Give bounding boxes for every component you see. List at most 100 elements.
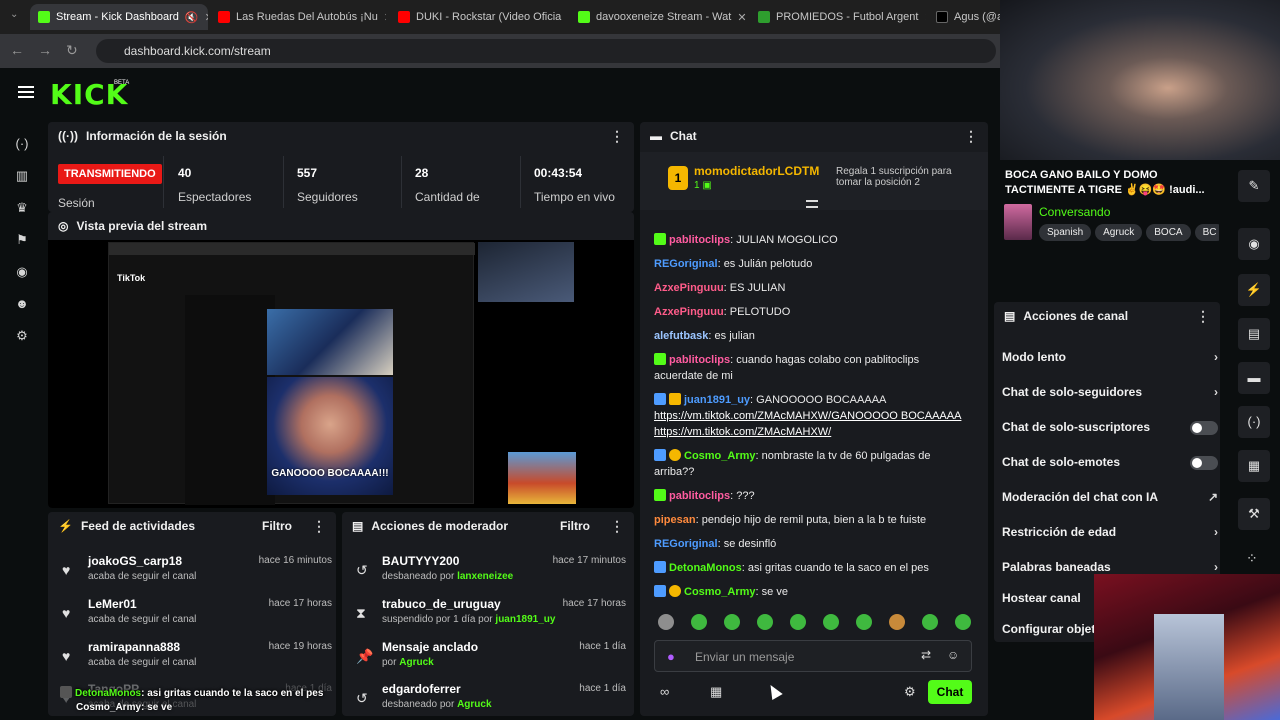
mod-by[interactable]: Agruck	[457, 699, 491, 710]
category-thumbnail[interactable]	[1004, 204, 1032, 240]
tab-promiedos[interactable]: PROMIEDOS - Futbol Argent ✕	[750, 4, 926, 30]
bot-icon[interactable]: ◉	[14, 264, 30, 280]
chat-username[interactable]: DetonaMonos	[669, 562, 742, 574]
tag[interactable]: BOCA	[1146, 224, 1191, 241]
emote-icon[interactable]	[757, 614, 773, 630]
mod-target[interactable]: BAUTYYY200	[382, 554, 459, 568]
emote-icon[interactable]	[856, 614, 872, 630]
chat-link[interactable]: https://vm.tiktok.com/ZMAcMAHXW/	[654, 426, 831, 438]
chat-username[interactable]: AzxePinguuu	[654, 306, 724, 318]
chat-link[interactable]: https://vm.tiktok.com/ZMAcMAHXW/GANOOOOO…	[654, 410, 961, 422]
more-icon[interactable]: ⋮	[312, 518, 326, 535]
mod-by[interactable]: juan1891_uy	[495, 614, 555, 625]
emote-icon[interactable]	[955, 614, 971, 630]
wrench-icon[interactable]: ⚒	[1238, 498, 1270, 530]
gifter-name[interactable]: momodictadorLCDTM	[694, 164, 819, 178]
tag[interactable]: BC	[1194, 224, 1219, 241]
chat-username[interactable]: AzxePinguuu	[654, 282, 724, 294]
tiktok-label: TikTok	[117, 273, 146, 283]
emote-icon[interactable]	[790, 614, 806, 630]
analytics-icon[interactable]: ▥	[14, 168, 30, 184]
chat-username[interactable]: pipesan	[654, 514, 696, 526]
microphone-icon[interactable]: ●	[667, 649, 675, 664]
close-icon[interactable]: ✕	[924, 11, 926, 24]
settings-icon[interactable]: ⚙	[14, 328, 30, 344]
chat-username[interactable]: REGoriginal	[654, 538, 718, 550]
mod-target[interactable]: Mensaje anclado	[382, 640, 478, 654]
stream-category[interactable]: Conversando	[1039, 205, 1110, 219]
tab-tiktok[interactable]: Agus (@ag	[928, 4, 1000, 30]
camera-icon[interactable]: ◉	[1238, 228, 1270, 260]
broadcast-icon[interactable]: (·)	[1238, 406, 1270, 438]
trophy-icon[interactable]: ♛	[14, 200, 30, 216]
layout-icon[interactable]: ▦	[1238, 450, 1270, 482]
tab-kick-watch[interactable]: davooxeneize Stream - Wat ✕	[570, 4, 746, 30]
mod-target[interactable]: edgardoferrer	[382, 682, 461, 696]
close-icon[interactable]: ✕	[384, 11, 386, 24]
points-icon[interactable]: ∞	[660, 684, 669, 699]
community-icon[interactable]: ⚑	[14, 232, 30, 248]
mod-by[interactable]: Agruck	[399, 657, 433, 668]
tag[interactable]: Spanish	[1039, 224, 1092, 241]
tab-kick-dashboard[interactable]: Stream - Kick Dashboard 🔇 ✕	[30, 4, 208, 30]
translate-icon[interactable]: ⇄	[921, 648, 931, 662]
more-icon[interactable]: ⋮	[610, 128, 624, 145]
close-icon[interactable]: ✕	[205, 11, 208, 24]
follower-name[interactable]: joakoGS_carp18	[88, 554, 182, 568]
url-field[interactable]: dashboard.kick.com/stream	[96, 39, 996, 63]
emotes-only-toggle[interactable]	[1190, 456, 1218, 470]
hamburger-menu-icon[interactable]	[18, 86, 34, 98]
tab-youtube-2[interactable]: DUKI - Rockstar (Video Oficia✕	[390, 4, 566, 30]
filter-button[interactable]: Filtro	[560, 519, 590, 533]
document-icon[interactable]: ▤	[1238, 318, 1270, 350]
chat-username[interactable]: alefutbask	[654, 330, 708, 342]
mod-by[interactable]: lanxeneizee	[457, 571, 513, 582]
mod-target[interactable]: trabuco_de_uruguay	[382, 597, 501, 611]
tab-youtube-1[interactable]: Las Ruedas Del Autobús ¡Nu ✕	[210, 4, 386, 30]
chat-username[interactable]: REGoriginal	[654, 258, 718, 270]
tab-list-icon[interactable]: ⌄	[10, 9, 18, 20]
emote-icon[interactable]	[889, 614, 905, 630]
chat-username[interactable]: pablitoclips	[669, 354, 730, 366]
users-icon[interactable]: ☻	[14, 296, 30, 312]
tag[interactable]: Agruck	[1095, 224, 1143, 241]
more-icon[interactable]: ⋮	[964, 128, 978, 145]
stream-icon[interactable]: (·)	[14, 136, 30, 152]
emote-icon[interactable]	[691, 614, 707, 630]
follower-name[interactable]: LeMer01	[88, 597, 137, 611]
stream-video[interactable]: TikTok GANOOOO BOCAAAA!!!	[48, 240, 634, 508]
send-chat-button[interactable]: Chat	[928, 680, 972, 704]
emote-icon[interactable]	[658, 614, 674, 630]
more-icon[interactable]: ⋮	[610, 518, 624, 535]
forward-icon[interactable]: →	[38, 42, 52, 58]
store-icon[interactable]: ▦	[710, 684, 722, 700]
more-icon[interactable]: ⋮	[1196, 308, 1210, 325]
chat-bubble-icon[interactable]: ▬	[1238, 362, 1270, 394]
collapse-icon[interactable]	[806, 200, 818, 208]
edit-icon[interactable]: ✎	[1238, 170, 1270, 202]
action-ai-moderation[interactable]: Moderación del chat con IA ↗	[1002, 490, 1218, 510]
filter-button[interactable]: Filtro	[262, 519, 292, 533]
action-slow-mode[interactable]: Modo lento ›	[1002, 350, 1218, 370]
subscribers-only-toggle[interactable]	[1190, 421, 1218, 435]
chat-username[interactable]: Cosmo_Army	[684, 450, 756, 462]
chat-input[interactable]: ● Enviar un mensaje ⇄ ☺	[654, 640, 972, 672]
back-icon[interactable]: ←	[10, 42, 24, 58]
reload-icon[interactable]: ↻	[66, 42, 78, 59]
lightning-icon[interactable]: ⚡	[1238, 274, 1270, 306]
action-followers-only[interactable]: Chat de solo-seguidores ›	[1002, 385, 1218, 405]
tab-title: DUKI - Rockstar (Video Oficia	[416, 11, 562, 23]
more-options-icon[interactable]: ⁘	[1246, 550, 1258, 567]
emote-icon[interactable]	[823, 614, 839, 630]
emote-icon[interactable]	[922, 614, 938, 630]
chat-username[interactable]: Cosmo_Army	[684, 586, 756, 598]
chat-username[interactable]: pablitoclips	[669, 490, 730, 502]
emoji-icon[interactable]: ☺	[947, 648, 959, 662]
chat-username[interactable]: pablitoclips	[669, 234, 730, 246]
emote-icon[interactable]	[724, 614, 740, 630]
chat-settings-icon[interactable]: ⚙	[904, 684, 916, 700]
follower-name[interactable]: ramirapanna888	[88, 640, 180, 654]
chat-username[interactable]: juan1891_uy	[684, 394, 750, 406]
action-age-restriction[interactable]: Restricción de edad ›	[1002, 525, 1218, 545]
close-icon[interactable]: ✕	[737, 11, 746, 24]
